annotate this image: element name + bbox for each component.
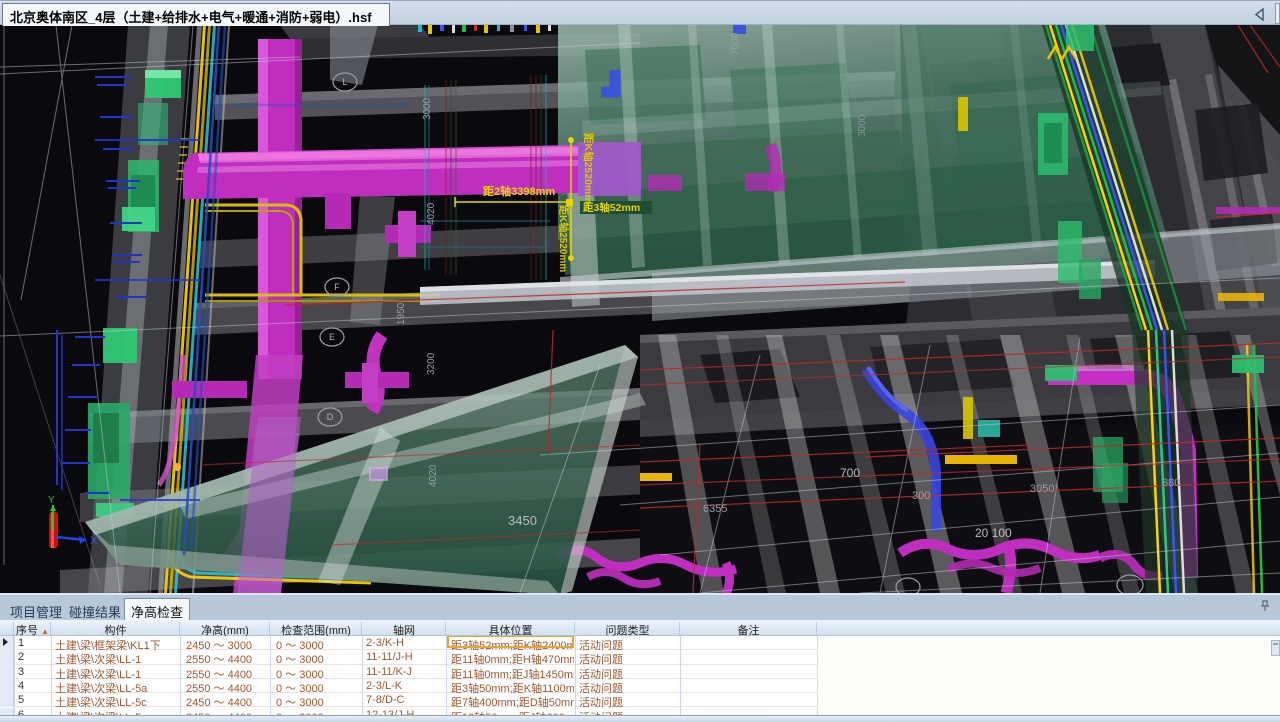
svg-text:3050: 3050 xyxy=(1030,483,1054,495)
svg-text:L: L xyxy=(342,77,347,87)
svg-text:4020: 4020 xyxy=(426,202,437,225)
svg-text:F: F xyxy=(334,282,340,292)
svg-text:距2轴3398mm: 距2轴3398mm xyxy=(483,184,555,198)
svg-text:Y: Y xyxy=(48,495,55,506)
svg-text:20 100: 20 100 xyxy=(975,526,1012,540)
svg-text:距K轴2520mm: 距K轴2520mm xyxy=(557,205,570,272)
svg-text:3000: 3000 xyxy=(857,114,868,137)
svg-text:700: 700 xyxy=(840,466,860,480)
svg-text:380: 380 xyxy=(1162,477,1180,489)
svg-text:D: D xyxy=(327,412,334,422)
svg-text:6355: 6355 xyxy=(703,503,727,515)
svg-text:3450: 3450 xyxy=(508,513,537,528)
svg-text:3200: 3200 xyxy=(426,352,437,375)
svg-text:3000: 3000 xyxy=(422,97,433,120)
svg-text:7000: 7000 xyxy=(730,32,741,55)
svg-text:距K轴2520mm: 距K轴2520mm xyxy=(582,133,595,204)
svg-text:E: E xyxy=(329,332,335,342)
svg-text:X: X xyxy=(90,535,98,547)
svg-text:1950: 1950 xyxy=(396,302,407,325)
svg-text:4020: 4020 xyxy=(428,464,439,487)
svg-text:300: 300 xyxy=(912,490,930,502)
